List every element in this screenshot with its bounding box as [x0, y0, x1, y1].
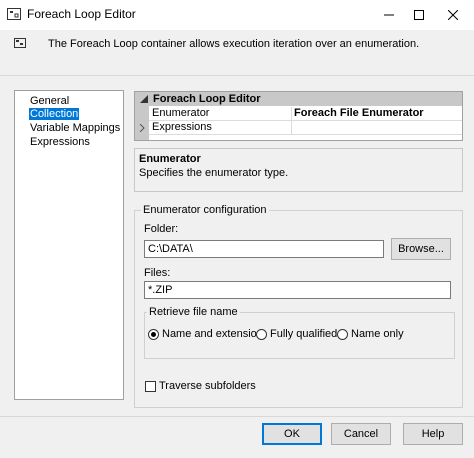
group-legend: Enumerator configuration: [141, 204, 269, 216]
window-title: Foreach Loop Editor: [27, 7, 136, 21]
column-divider: [291, 121, 292, 134]
close-button[interactable]: [436, 0, 470, 30]
radio-name-only[interactable]: [337, 329, 348, 340]
files-label: Files:: [144, 267, 171, 279]
radio-fully-qualified[interactable]: [256, 329, 267, 340]
maximize-icon: [414, 10, 424, 20]
property-grid-header: Foreach Loop Editor: [135, 92, 462, 106]
property-row-expressions[interactable]: Expressions: [139, 121, 462, 135]
minimize-icon: [384, 14, 394, 16]
folder-label: Folder:: [144, 223, 179, 235]
property-name: Enumerator: [152, 107, 210, 119]
page-list[interactable]: General Collection Variable Mappings Exp…: [14, 90, 124, 400]
property-row-enumerator[interactable]: Enumerator Foreach File Enumerator: [149, 107, 462, 121]
nav-item-collection[interactable]: Collection: [29, 108, 80, 120]
dialog-description: The Foreach Loop container allows execut…: [48, 38, 420, 50]
close-icon: [448, 10, 458, 20]
minimize-button[interactable]: [372, 0, 406, 30]
property-help-panel: Enumerator Specifies the enumerator type…: [134, 148, 463, 192]
nav-item-expressions[interactable]: Expressions: [29, 136, 91, 148]
column-divider: [291, 107, 292, 120]
browse-button[interactable]: Browse...: [391, 238, 451, 260]
help-text: Specifies the enumerator type.: [139, 167, 289, 179]
files-input[interactable]: *.ZIP: [144, 281, 451, 299]
property-value: Foreach File Enumerator: [294, 107, 424, 119]
title-bar: Foreach Loop Editor: [0, 0, 474, 30]
help-button[interactable]: Help: [403, 423, 463, 445]
help-title: Enumerator: [139, 153, 201, 165]
container-icon: [14, 38, 26, 48]
property-name: Expressions: [152, 121, 212, 133]
ok-button[interactable]: OK: [262, 423, 322, 445]
nav-item-variable-mappings[interactable]: Variable Mappings: [29, 122, 121, 134]
folder-input[interactable]: C:\DATA\: [144, 240, 384, 258]
nav-item-general[interactable]: General: [29, 95, 70, 107]
radio-name-and-extension[interactable]: [148, 329, 159, 340]
foreach-loop-icon: [7, 8, 21, 20]
cancel-button[interactable]: Cancel: [331, 423, 391, 445]
traverse-subfolders-label[interactable]: Traverse subfolders: [159, 380, 256, 392]
property-grid-gutter: [135, 106, 149, 140]
radio-label[interactable]: Name only: [351, 328, 404, 340]
radio-selected-dot: [151, 332, 156, 337]
radio-label[interactable]: Fully qualified: [270, 328, 337, 340]
expand-icon[interactable]: [139, 124, 145, 132]
header-divider: [0, 75, 474, 76]
radio-label[interactable]: Name and extension: [162, 328, 263, 340]
property-grid[interactable]: Foreach Loop Editor Enumerator Foreach F…: [134, 91, 463, 141]
property-grid-title: Foreach Loop Editor: [153, 93, 261, 105]
collapse-icon[interactable]: [140, 95, 148, 103]
traverse-subfolders-checkbox[interactable]: [145, 381, 156, 392]
maximize-button[interactable]: [402, 0, 436, 30]
group-legend: Retrieve file name: [147, 306, 240, 318]
footer-divider: [0, 416, 474, 417]
